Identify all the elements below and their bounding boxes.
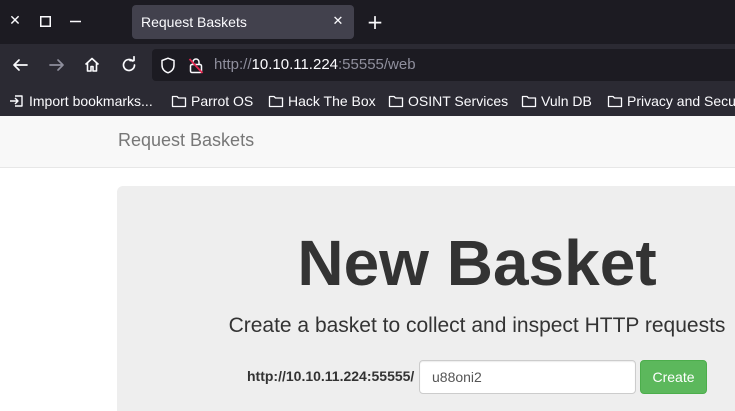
url-host: 10.10.11.224 (251, 56, 339, 73)
bookmark-label: Hack The Box (288, 93, 376, 109)
bookmark-label: Vuln DB (541, 93, 592, 109)
basket-url-prefix: http://10.10.11.224:55555/ (247, 368, 415, 384)
browser-tab-bar: ✕ Request Baskets ✕ + (0, 0, 735, 44)
bookmark-label: OSINT Services (408, 93, 509, 109)
create-button[interactable]: Create (640, 360, 707, 394)
url-rest: :55555/web (338, 56, 416, 73)
back-arrow-icon[interactable] (8, 53, 32, 77)
home-icon[interactable] (80, 53, 104, 77)
bookmark-vuln-db[interactable]: Vuln DB (521, 91, 592, 111)
folder-icon (521, 95, 537, 108)
window-minimize-icon[interactable] (64, 10, 86, 32)
forward-arrow-icon[interactable] (45, 53, 69, 77)
folder-icon (171, 95, 187, 108)
folder-icon (607, 95, 623, 108)
bookmark-label: Import bookmarks... (29, 93, 153, 109)
folder-icon (268, 95, 284, 108)
insecure-lock-icon[interactable] (187, 56, 205, 74)
bookmark-parrot-os[interactable]: Parrot OS (171, 91, 253, 111)
window-maximize-icon[interactable] (34, 10, 56, 32)
new-tab-icon[interactable]: + (364, 11, 386, 33)
bookmark-import[interactable]: Import bookmarks... (9, 91, 153, 111)
page-title: New Basket (297, 227, 657, 299)
reload-icon[interactable] (117, 53, 141, 77)
basket-name-input[interactable] (419, 360, 636, 394)
tab-close-icon[interactable]: ✕ (330, 13, 346, 29)
window-close-icon[interactable]: ✕ (4, 10, 26, 32)
folder-icon (388, 95, 404, 108)
tab-title: Request Baskets (141, 14, 247, 30)
tab-request-baskets[interactable]: Request Baskets ✕ (132, 5, 354, 39)
site-brand-link[interactable]: Request Baskets (118, 130, 254, 151)
address-bar[interactable]: http://10.10.11.224:55555/web (152, 49, 735, 81)
bookmark-osint-services[interactable]: OSINT Services (388, 91, 508, 111)
import-icon (10, 95, 23, 107)
bookmark-privacy-and-security[interactable]: Privacy and Security (607, 91, 735, 111)
bookmarks-toolbar: Import bookmarks... Parrot OS Hack The B… (0, 86, 735, 116)
bookmark-hack-the-box[interactable]: Hack The Box (268, 91, 376, 111)
bookmark-label: Privacy and Security (627, 93, 735, 109)
url-scheme: http:// (214, 56, 252, 73)
page-subtitle: Create a basket to collect and inspect H… (228, 314, 726, 337)
site-navbar: Request Baskets (0, 116, 735, 168)
url-text: http://10.10.11.224:55555/web (214, 56, 416, 73)
tracking-shield-icon[interactable] (159, 56, 177, 74)
bookmark-label: Parrot OS (191, 93, 254, 109)
